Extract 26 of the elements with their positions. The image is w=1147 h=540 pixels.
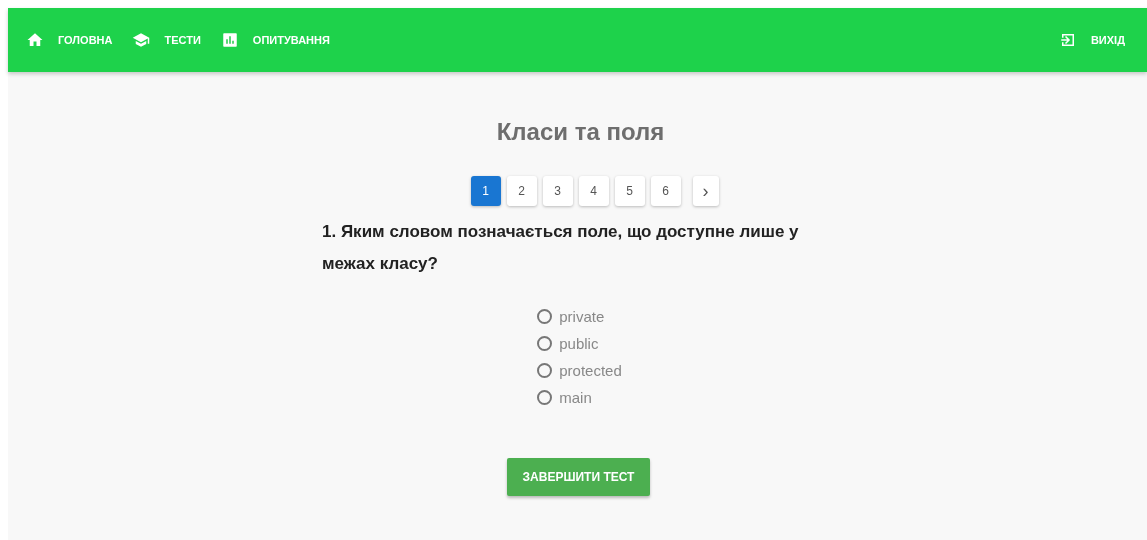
page-button[interactable]: 3 (542, 176, 573, 206)
question-text: 1. Яким словом позначається поле, що доступне лише у межах класу? (322, 221, 800, 275)
page-title: Класи та поля (496, 118, 665, 146)
page-button[interactable]: 4 (578, 176, 609, 206)
page-button[interactable]: 1 (470, 176, 501, 206)
option-label[interactable]: private (559, 308, 605, 325)
nav-link[interactable]: ГОЛОВНА (18, 25, 125, 55)
page-button[interactable]: 5 (614, 176, 645, 206)
radio-button[interactable] (537, 390, 553, 405)
radio-button[interactable] (537, 309, 553, 324)
finish-test-button[interactable]: ЗАВЕРШИТИ ТЕСТ (506, 458, 651, 496)
radio-button[interactable] (537, 336, 553, 351)
page-button[interactable]: 2 (506, 176, 537, 206)
nav-link[interactable]: ОПИТУВАННЯ (212, 25, 342, 55)
option-label[interactable]: public (559, 335, 599, 352)
logout-button[interactable]: ВИХІД (1050, 25, 1137, 55)
next-page-button[interactable]: › (692, 176, 719, 206)
option-label[interactable]: protected (559, 362, 622, 379)
graduation-cap-icon (132, 31, 151, 49)
page-button[interactable]: 6 (650, 176, 681, 206)
nav-link[interactable]: ТЕСТИ (124, 25, 213, 55)
option-label[interactable]: main (559, 389, 592, 406)
radio-button[interactable] (537, 363, 553, 378)
login-arrow-icon (1058, 31, 1077, 49)
home-icon (26, 31, 44, 49)
bar-chart-icon (220, 31, 239, 49)
